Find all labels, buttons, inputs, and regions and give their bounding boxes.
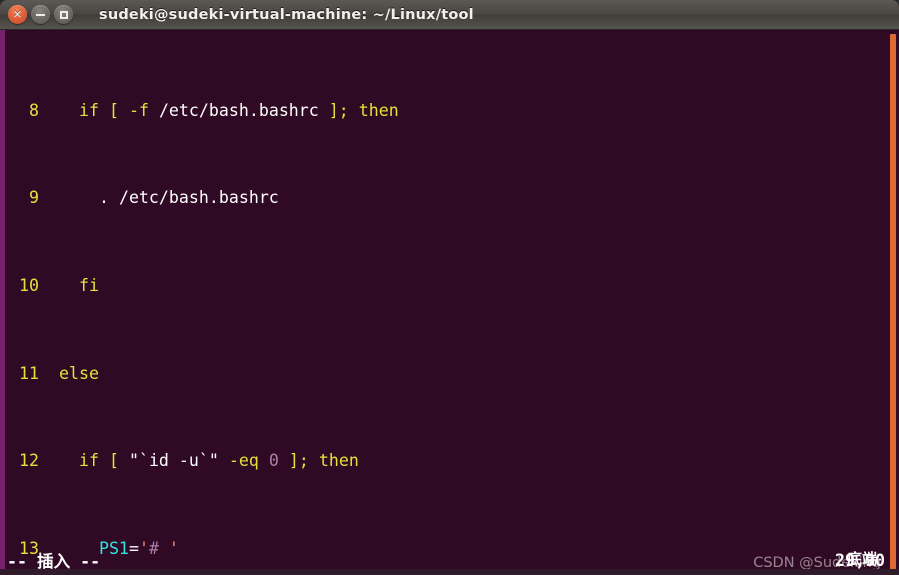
line-number: 9 [29,188,39,208]
minimize-icon[interactable] [31,5,50,24]
vim-bottom-indicator: 底端 [846,550,877,568]
code-line: 10 fi [5,275,887,297]
terminal-body[interactable]: 8 if [ -f /etc/bash.bashrc ]; then 9 . /… [0,30,899,575]
token-keyword-then: then [318,451,359,471]
maximize-glyph [59,10,68,19]
code-line: 11 else [5,363,887,385]
maximize-icon[interactable] [54,5,73,24]
token-bracket-close: ]; [328,100,349,120]
window-titlebar[interactable]: ✕ sudeki@sudeki-virtual-machine: ~/Linux… [0,0,899,30]
token-bracket-close: ]; [288,451,309,471]
minimize-glyph [36,13,45,16]
token-flag: -f [128,100,149,120]
code-line: 12 if [ "`id -u`" -eq 0 ]; then [5,450,887,472]
close-icon[interactable]: ✕ [8,5,27,24]
terminal-window: ✕ sudeki@sudeki-virtual-machine: ~/Linux… [0,0,899,575]
token-keyword-else: else [58,363,99,383]
token-command: id -u [148,451,199,471]
token-bracket: [ [108,100,119,120]
close-glyph: ✕ [12,8,23,21]
window-title: sudeki@sudeki-virtual-machine: ~/Linux/t… [99,6,474,23]
token-quote-open: "` [128,451,149,471]
code-line: 8 if [ -f /etc/bash.bashrc ]; then [5,100,887,122]
token-path: /etc/bash.bashrc [158,100,319,120]
code-line: 9 . /etc/bash.bashrc [5,187,887,209]
token-keyword-then: then [358,100,399,120]
token-keyword-fi: fi [78,275,99,295]
scrollbar-thumb[interactable] [890,34,896,570]
token-flag: -eq [228,451,259,471]
token-path: /etc/bash.bashrc [118,188,279,208]
token-quote-close: `" [198,451,219,471]
line-number: 12 [19,451,39,471]
scrollbar-track[interactable] [887,30,899,575]
line-number: 10 [19,275,39,295]
token-number: 0 [268,451,279,471]
token-dot: . [98,188,109,208]
token-keyword: if [78,451,99,471]
line-number: 11 [19,363,39,383]
token-bracket: [ [108,451,119,471]
token-keyword: if [78,100,99,120]
desktop-strip [0,569,899,575]
vim-buffer[interactable]: 8 if [ -f /etc/bash.bashrc ]; then 9 . /… [5,34,887,575]
line-number: 8 [29,100,39,120]
